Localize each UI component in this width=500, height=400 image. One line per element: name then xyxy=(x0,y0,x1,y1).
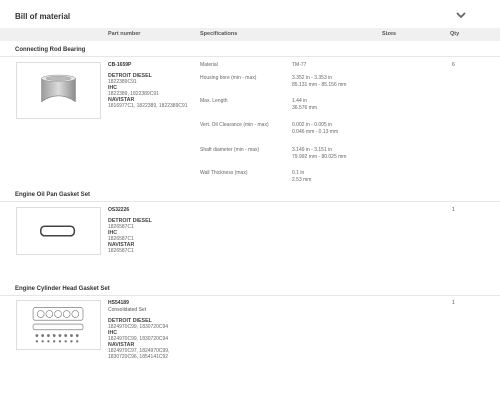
brand-numbers: 1826587C1 xyxy=(108,248,134,254)
brand-numbers: 1824970C99, 1830720C94 xyxy=(108,324,169,330)
spec-value-mm: 0.046 mm - 0.13 mm xyxy=(292,128,339,135)
section-title: Connecting Rod Bearing xyxy=(15,47,86,53)
page-title: Bill of material xyxy=(15,12,71,21)
part-number-link[interactable]: OS32226 xyxy=(108,207,152,213)
head-gasket-set-image[interactable] xyxy=(16,300,101,350)
spec-value: TM-77 xyxy=(292,62,307,68)
qty-value: 1 xyxy=(452,207,455,213)
spec-key: Shaft diameter (min - max) xyxy=(200,147,260,153)
spec-value: 3.352 in - 3.353 in 85.131 mm - 85.156 mm xyxy=(292,75,382,88)
divider xyxy=(0,295,500,296)
part-info: CB-1659P DETROIT DIESEL 1822389C91 IHC 1… xyxy=(108,62,188,109)
col-specifications: Specifications xyxy=(200,31,238,37)
table-header: Part number Specifications Sizes Qty xyxy=(0,28,500,41)
spec-key: Max. Length xyxy=(200,98,228,104)
col-part-number: Part number xyxy=(108,31,141,37)
spec-key: Material xyxy=(200,62,218,68)
brand-numbers: 1830720C96, 1854141C92 xyxy=(108,354,169,360)
spec-value-in: 3.149 in - 3.151 in xyxy=(292,147,333,153)
spec-key: Wall Thickness (max) xyxy=(200,170,248,176)
spec-value-in: 0.002 in - 0.005 in xyxy=(292,122,333,128)
brand-numbers: 1816977C1, 1822389, 1822389C91 xyxy=(108,103,188,109)
spec-value: 1.44 in 36.576 mm xyxy=(292,98,382,111)
spec-value-in: 0.1 in xyxy=(292,170,305,176)
col-sizes: Sizes xyxy=(382,31,397,37)
section-title: Engine Cylinder Head Gasket Set xyxy=(15,286,110,292)
oil-pan-gasket-image[interactable] xyxy=(16,207,101,255)
chevron-down-icon[interactable] xyxy=(455,11,467,21)
spec-value: 0.002 in - 0.005 in 0.046 mm - 0.13 mm xyxy=(292,122,382,135)
bearing-image[interactable] xyxy=(16,62,101,119)
spec-key: Vert. Oil Clearance (min - max) xyxy=(200,122,269,128)
spec-value-mm: 36.576 mm xyxy=(292,104,318,111)
spec-value-mm: 2.53 mm xyxy=(292,176,312,183)
qty-value: 1 xyxy=(452,300,455,306)
spec-key: Housing bore (min - max) xyxy=(200,75,257,81)
part-number-link[interactable]: HS54189 xyxy=(108,300,169,306)
divider xyxy=(0,56,500,57)
part-number-link[interactable]: CB-1659P xyxy=(108,62,188,68)
qty-value: 6 xyxy=(452,62,455,68)
part-info: HS54189 Consolidated Set DETROIT DIESEL … xyxy=(108,300,169,360)
part-description: Consolidated Set xyxy=(108,307,147,313)
spec-value-mm: 79.992 mm - 80.025 mm xyxy=(292,153,347,160)
spec-value-mm: 85.131 mm - 85.156 mm xyxy=(292,81,347,88)
spec-value-in: 3.352 in - 3.353 in xyxy=(292,75,333,81)
spec-value: 3.149 in - 3.151 in 79.992 mm - 80.025 mm xyxy=(292,147,382,160)
divider xyxy=(0,201,500,202)
part-info: OS32226 DETROIT DIESEL 1826587C1 IHC 182… xyxy=(108,207,152,254)
bom-header: Bill of material xyxy=(0,8,500,28)
spec-value-in: 1.44 in xyxy=(292,98,308,104)
spec-value: 0.1 in 2.53 mm xyxy=(292,170,382,183)
section-title: Engine Oil Pan Gasket Set xyxy=(15,192,91,198)
col-qty: Qty xyxy=(450,31,460,37)
